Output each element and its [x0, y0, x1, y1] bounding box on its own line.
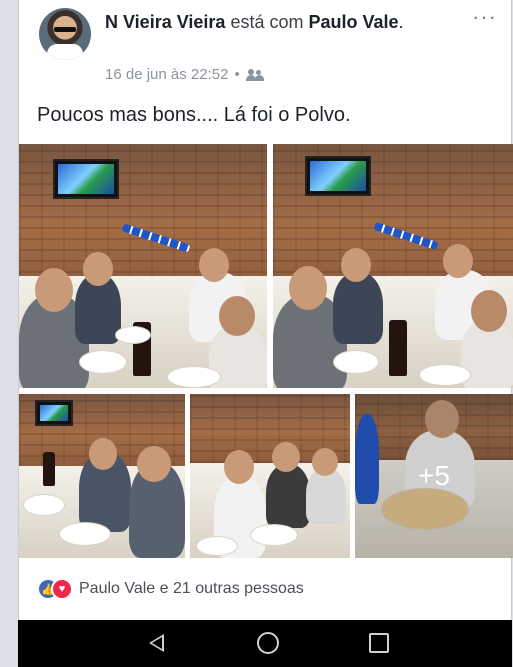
- photo-3[interactable]: [19, 394, 185, 558]
- android-nav-bar: [18, 620, 512, 667]
- photo-1[interactable]: [19, 144, 267, 388]
- author-name[interactable]: N Vieira Vieira: [105, 12, 225, 32]
- photo-5-more[interactable]: +5: [355, 394, 513, 558]
- post-date[interactable]: 16 de jun às 22:52: [105, 66, 228, 83]
- avatar-shirt: [47, 44, 83, 60]
- more-photos-count[interactable]: +5: [355, 394, 513, 558]
- tv-image: [305, 156, 371, 196]
- more-options-icon[interactable]: ···: [472, 6, 497, 28]
- photo-4[interactable]: [190, 394, 350, 558]
- header-period: .: [398, 12, 404, 32]
- back-icon[interactable]: [146, 632, 168, 654]
- meta-separator: •: [234, 66, 240, 83]
- post-meta: 16 de jun às 22:52 •: [105, 66, 264, 83]
- with-connector: está com: [230, 12, 304, 32]
- reactions-bar[interactable]: 👍 ♥ Paulo Vale e 21 outras pessoas: [37, 578, 304, 600]
- tagged-friend[interactable]: Paulo Vale: [308, 12, 398, 32]
- tv-image: [35, 400, 73, 426]
- recent-apps-icon[interactable]: [368, 632, 390, 654]
- post-header: N Vieira Vieira está com Paulo Vale.: [105, 10, 465, 34]
- author-avatar[interactable]: [39, 8, 91, 60]
- reactions-summary[interactable]: Paulo Vale e 21 outras pessoas: [79, 580, 304, 598]
- photo-2[interactable]: [273, 144, 513, 388]
- post-text: Poucos mas bons.... Lá foi o Polvo.: [37, 104, 351, 126]
- love-icon: ♥: [51, 578, 73, 600]
- tv-image: [53, 159, 119, 199]
- friends-icon[interactable]: [245, 68, 264, 81]
- avatar-sunglasses: [54, 27, 76, 32]
- post-card: N Vieira Vieira está com Paulo Vale. ···…: [18, 0, 513, 620]
- home-icon[interactable]: [257, 632, 279, 654]
